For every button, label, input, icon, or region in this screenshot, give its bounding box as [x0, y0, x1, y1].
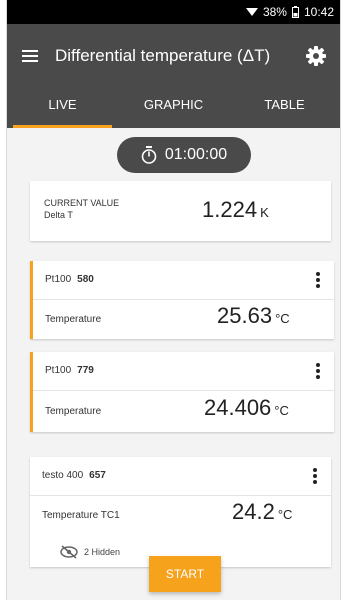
- measurement-label: Temperature: [45, 406, 102, 417]
- current-value-number: 1.224: [202, 197, 258, 222]
- battery-percent: 38%: [262, 5, 287, 19]
- wifi-icon: [245, 8, 258, 16]
- measurement-number: 25.63: [217, 303, 273, 328]
- sensor-type: testo 400: [42, 470, 84, 481]
- tab-live[interactable]: LIVE: [7, 88, 118, 128]
- measurement-unit: °C: [274, 403, 289, 418]
- device-screen: 38% 10:42 Differential temperature (ΔT): [6, 0, 341, 600]
- current-value-sublabel: Delta T: [44, 210, 73, 220]
- stopwatch-icon: [141, 146, 157, 164]
- menu-icon[interactable]: [19, 44, 43, 68]
- current-value-unit: K: [260, 205, 269, 220]
- hidden-count: 2 Hidden: [84, 547, 121, 557]
- tab-graphic[interactable]: GRAPHIC: [118, 88, 229, 128]
- page-title: Differential temperature (ΔT): [55, 46, 271, 65]
- start-button[interactable]: START: [149, 556, 221, 592]
- sensor-id: 779: [77, 365, 94, 376]
- tab-table[interactable]: TABLE: [229, 88, 340, 128]
- gear-icon[interactable]: [304, 44, 328, 68]
- sensor-type: Pt100: [45, 365, 72, 376]
- more-vert-icon[interactable]: [308, 360, 328, 382]
- sensor-header: Pt100 779: [45, 352, 94, 390]
- tab-bar: LIVE GRAPHIC TABLE: [7, 88, 340, 128]
- measurement-number: 24.2: [232, 499, 275, 524]
- more-vert-icon[interactable]: [308, 269, 328, 291]
- current-value-label: CURRENT VALUE: [44, 198, 120, 208]
- measurement-number: 24.406: [204, 395, 272, 420]
- measurement-value: 24.406 °C: [204, 395, 289, 421]
- battery-icon: [291, 6, 299, 18]
- sensor-card-2: Pt100 779 Temperature 24.406 °C: [30, 352, 334, 432]
- visibility-off-icon: [60, 545, 78, 559]
- measurement-value: 25.63 °C: [217, 303, 290, 329]
- current-value-card: CURRENT VALUE Delta T 1.224 K: [30, 181, 331, 241]
- timer-pill[interactable]: 01:00:00: [117, 137, 251, 173]
- measurement-label: Temperature: [45, 314, 102, 325]
- sensor-card-3: testo 400 657 Temperature TC1 24.2 °C 2 Hi…: [30, 457, 331, 567]
- sensor-type: Pt100: [45, 274, 72, 285]
- hidden-channels-toggle[interactable]: 2 Hidden: [60, 545, 120, 559]
- app-bar: Differential temperature (ΔT): [7, 24, 340, 88]
- measurement-label: Temperature TC1: [42, 510, 120, 521]
- divider: [33, 299, 334, 300]
- sensor-header: Pt100 580: [45, 261, 94, 299]
- current-value-labels: CURRENT VALUE Delta T: [44, 197, 119, 221]
- divider: [30, 495, 331, 496]
- measurement-value: 24.2 °C: [232, 499, 292, 525]
- measurement-unit: °C: [275, 311, 290, 326]
- clock: 10:42: [303, 5, 334, 19]
- current-value-reading: 1.224 K: [202, 197, 269, 223]
- status-indicators: 38% 10:42: [245, 5, 334, 19]
- measurement-unit: °C: [277, 507, 293, 522]
- status-bar: 38% 10:42: [7, 0, 340, 24]
- more-vert-icon[interactable]: [305, 465, 325, 487]
- sensor-id: 580: [77, 274, 94, 285]
- timer-value: 01:00:00: [164, 146, 228, 163]
- sensor-id: 657: [89, 470, 106, 481]
- sensor-card-1: Pt100 580 Temperature 25.63 °C: [30, 261, 334, 339]
- divider: [33, 390, 334, 391]
- sensor-header: testo 400 657: [42, 457, 106, 495]
